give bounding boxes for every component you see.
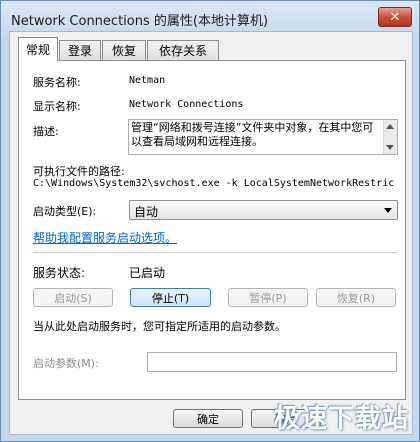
- divider: [33, 252, 397, 253]
- service-name-label: 服务名称:: [33, 76, 81, 89]
- start-params-input[interactable]: [147, 352, 397, 372]
- startup-type-label: 启动类型(E):: [33, 205, 97, 218]
- startup-type-value: 自动: [134, 205, 159, 219]
- tab-recovery[interactable]: 恢复: [102, 40, 146, 60]
- window-title: Network Connections 的属性(本地计算机): [11, 14, 269, 29]
- start-button[interactable]: 启动(S): [33, 288, 113, 307]
- properties-window: Network Connections 的属性(本地计算机) ✕ 常规 登录 恢…: [0, 0, 420, 442]
- tab-dependencies[interactable]: 依存关系: [147, 40, 219, 60]
- ok-button[interactable]: 确定: [173, 409, 243, 428]
- pause-button[interactable]: 暂停(P): [228, 288, 308, 307]
- description-textbox[interactable]: 管理“网络和拨号连接”文件夹中对象，在其中您可以查看局域网和远程连接。: [128, 119, 398, 155]
- service-status-label: 服务状态:: [33, 266, 86, 280]
- display-name-label: 显示名称:: [33, 100, 81, 113]
- tab-logon[interactable]: 登录: [59, 40, 101, 60]
- dialog-client-area: 常规 登录 恢复 依存关系 服务名称: Netman 显示名称: Network…: [9, 31, 413, 435]
- scroll-up-icon[interactable]: [386, 124, 394, 129]
- help-configure-link[interactable]: 帮助我配置服务启动选项。: [33, 229, 177, 246]
- general-tab-panel: 服务名称: Netman 显示名称: Network Connections 描…: [18, 60, 406, 400]
- service-status-value: 已启动: [129, 266, 166, 280]
- exe-path-value: C:\Windows\System32\svchost.exe -k Local…: [33, 178, 395, 189]
- startup-type-select[interactable]: 自动: [129, 200, 398, 220]
- service-name-value: Netman: [129, 75, 166, 86]
- display-name-value: Network Connections: [129, 99, 244, 110]
- tab-general[interactable]: 常规: [18, 37, 58, 61]
- description-scrollbar[interactable]: [383, 120, 397, 154]
- resume-button[interactable]: 恢复(R): [316, 288, 396, 307]
- watermark-text: 极速下载站: [273, 404, 409, 434]
- exe-path-label: 可执行文件的路径:: [33, 165, 125, 178]
- description-text: 管理“网络和拨号连接”文件夹中对象，在其中您可以查看局域网和远程连接。: [131, 121, 374, 148]
- scroll-down-icon[interactable]: [386, 145, 394, 150]
- chevron-down-icon: [384, 208, 392, 213]
- close-button[interactable]: ✕: [378, 7, 412, 27]
- description-label: 描述:: [33, 125, 59, 138]
- start-params-hint: 当从此处启动服务时，您可指定所适用的启动参数。: [33, 320, 286, 333]
- stop-button[interactable]: 停止(T): [130, 288, 211, 307]
- start-params-label: 启动参数(M):: [33, 357, 99, 370]
